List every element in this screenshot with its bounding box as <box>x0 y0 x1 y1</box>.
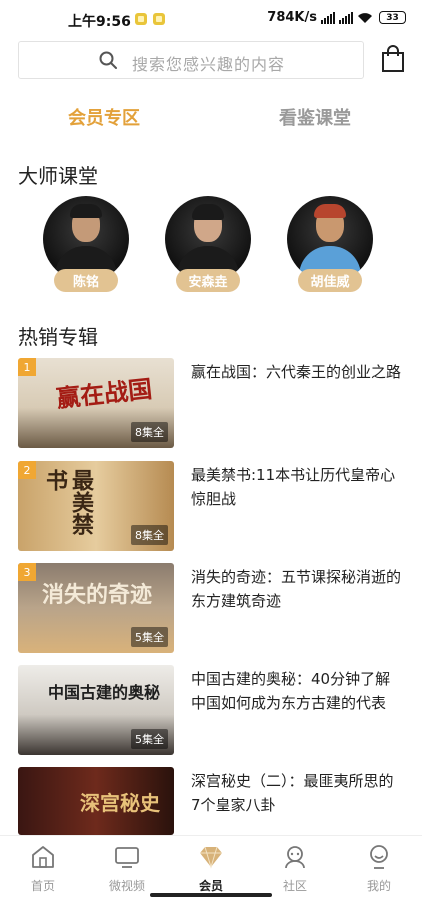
nav-label: 微视频 <box>108 879 145 893</box>
nav-item-community[interactable]: 社区 <box>265 842 325 893</box>
master-name: 安森垚 <box>176 269 240 292</box>
nav-item-vip[interactable]: 会员 <box>181 842 241 893</box>
search-input[interactable]: 搜索您感兴趣的内容 <box>18 41 364 79</box>
thumbnail-text: 消失的奇迹 <box>42 582 153 608</box>
thumbnail-text: 最美禁书 <box>42 469 94 535</box>
shopping-bag-icon[interactable] <box>381 45 405 73</box>
profile-icon <box>370 845 388 869</box>
album-thumbnail: 深宫秘史 <box>18 767 174 835</box>
community-icon <box>285 846 305 869</box>
section-title-hot: 热销专辑 <box>18 325 98 349</box>
nav-item-profile[interactable]: 我的 <box>349 842 409 893</box>
tv-icon <box>115 847 139 868</box>
search-placeholder: 搜索您感兴趣的内容 <box>132 55 286 74</box>
master-item[interactable]: 安森垚 <box>165 196 251 292</box>
home-indicator[interactable] <box>150 893 272 897</box>
album-thumbnail: 最美禁书 2 8集全 <box>18 461 174 551</box>
episode-count: 8集全 <box>131 525 168 545</box>
signal-icon <box>339 11 353 24</box>
album-title: 深宫秘史（二）：最匪夷所思的7个皇家八卦 <box>191 772 394 814</box>
signal-icon <box>321 11 335 24</box>
master-item[interactable]: 陈铭 <box>43 196 129 292</box>
bottom-nav: 首页 微视频 会员 社区 我的 <box>0 835 422 900</box>
status-bar: 上午9:56 784K/s 33 <box>0 0 422 38</box>
status-time: 上午9:56 <box>68 14 131 30</box>
diamond-icon <box>200 846 222 869</box>
episode-count: 5集全 <box>131 627 168 647</box>
net-speed: 784K/s <box>267 10 317 25</box>
album-title: 消失的奇迹：五节课探秘消逝的东方建筑奇迹 <box>191 568 402 610</box>
thumbnail-text: 深宫秘史 <box>80 791 160 815</box>
thumbnail-text: 中国古建的奥秘 <box>48 683 161 702</box>
album-thumbnail: 消失的奇迹 3 5集全 <box>18 563 174 653</box>
wifi-icon <box>358 12 372 23</box>
thumbnail-text: 赢在战国 <box>54 374 154 413</box>
master-item[interactable]: 胡佳威 <box>287 196 373 292</box>
album-item[interactable]: 赢在战国 1 8集全 赢在战国：六代秦王的创业之路 <box>18 358 408 448</box>
home-icon <box>32 846 54 868</box>
status-indicators: 784K/s 33 <box>267 10 406 25</box>
album-thumbnail: 赢在战国 1 8集全 <box>18 358 174 448</box>
episode-count: 8集全 <box>131 422 168 442</box>
nav-item-home[interactable]: 首页 <box>13 842 73 893</box>
rank-badge: 2 <box>18 461 36 479</box>
nav-label: 我的 <box>366 879 391 893</box>
album-title: 最美禁书:11本书让历代皇帝心惊胆战 <box>191 466 396 508</box>
master-name: 胡佳威 <box>298 269 362 292</box>
episode-count: 5集全 <box>131 729 168 749</box>
tab-kanjian-class[interactable]: 看鉴课堂 <box>279 104 351 130</box>
tab-vip-zone[interactable]: 会员专区 <box>68 104 140 130</box>
notification-icon <box>135 13 147 25</box>
section-title-masters: 大师课堂 <box>18 164 98 188</box>
rank-badge: 3 <box>18 563 36 581</box>
nav-item-videos[interactable]: 微视频 <box>97 842 157 893</box>
album-item[interactable]: 中国古建的奥秘 5集全 中国古建的奥秘：40分钟了解中国如何成为东方古建的代表 <box>18 665 408 755</box>
nav-label: 社区 <box>282 879 307 893</box>
album-item[interactable]: 消失的奇迹 3 5集全 消失的奇迹：五节课探秘消逝的东方建筑奇迹 <box>18 563 408 653</box>
album-title: 赢在战国：六代秦王的创业之路 <box>191 363 402 381</box>
album-thumbnail: 中国古建的奥秘 5集全 <box>18 665 174 755</box>
search-icon <box>99 51 117 69</box>
notification-icon <box>153 13 165 25</box>
album-item[interactable]: 最美禁书 2 8集全 最美禁书:11本书让历代皇帝心惊胆战 <box>18 461 408 551</box>
album-title: 中国古建的奥秘：40分钟了解中国如何成为东方古建的代表 <box>191 670 391 712</box>
nav-label: 会员 <box>198 879 223 893</box>
nav-label: 首页 <box>30 879 55 893</box>
album-item[interactable]: 深宫秘史 深宫秘史（二）：最匪夷所思的7个皇家八卦 <box>18 767 408 835</box>
master-name: 陈铭 <box>54 269 118 292</box>
rank-badge: 1 <box>18 358 36 376</box>
battery-icon: 33 <box>379 11 406 24</box>
